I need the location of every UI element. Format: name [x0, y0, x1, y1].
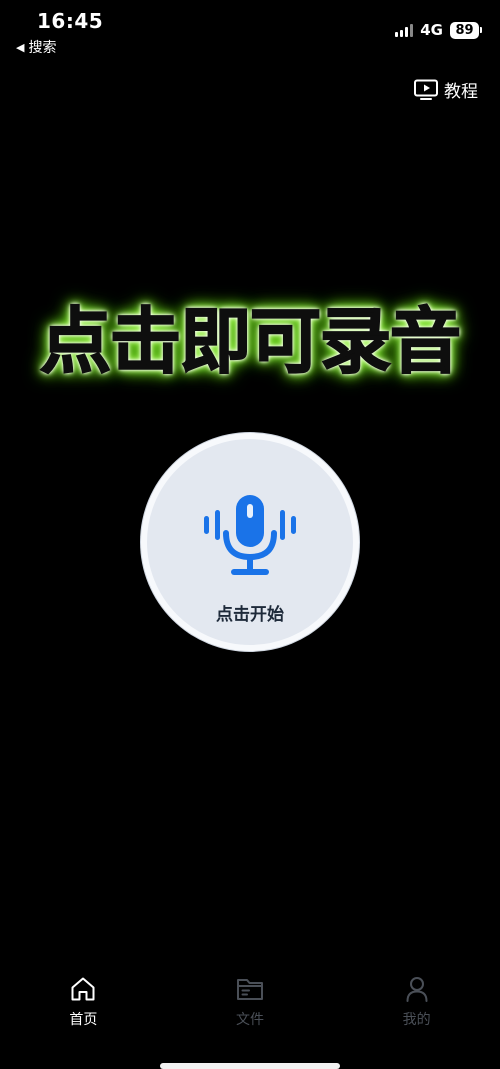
network-type: 4G	[420, 21, 443, 39]
bottom-navigation: 首页 文件 我的	[0, 975, 500, 1045]
nav-item-home[interactable]: 首页	[0, 975, 167, 1045]
back-label: 搜索	[28, 40, 57, 56]
battery-level: 89	[450, 21, 479, 39]
back-to-search-button[interactable]: ◀ 搜索	[16, 37, 56, 57]
back-triangle-icon: ◀	[16, 40, 25, 54]
headline: 点击即可录音	[39, 300, 462, 383]
profile-icon	[406, 977, 428, 1002]
status-indicators: 4G 89	[395, 21, 482, 39]
nav-label-profile: 我的	[402, 1012, 431, 1028]
record-button[interactable]: 点击开始	[141, 433, 359, 651]
nav-label-home: 首页	[69, 1012, 98, 1028]
nav-item-files[interactable]: 文件	[167, 975, 334, 1045]
nav-item-profile[interactable]: 我的	[333, 975, 500, 1045]
home-indicator[interactable]	[160, 1063, 340, 1069]
signal-icon	[395, 23, 414, 37]
tutorial-button[interactable]: 教程	[414, 77, 478, 102]
microphone-icon	[204, 495, 296, 575]
nav-label-files: 文件	[236, 1012, 264, 1028]
battery-icon: 89	[450, 21, 482, 39]
tutorial-play-icon	[414, 79, 438, 100]
folder-icon	[237, 979, 263, 1000]
status-time: 16:45	[37, 9, 104, 33]
record-button-label: 点击开始	[216, 605, 284, 625]
home-icon	[71, 977, 95, 1001]
tutorial-label: 教程	[444, 82, 478, 102]
